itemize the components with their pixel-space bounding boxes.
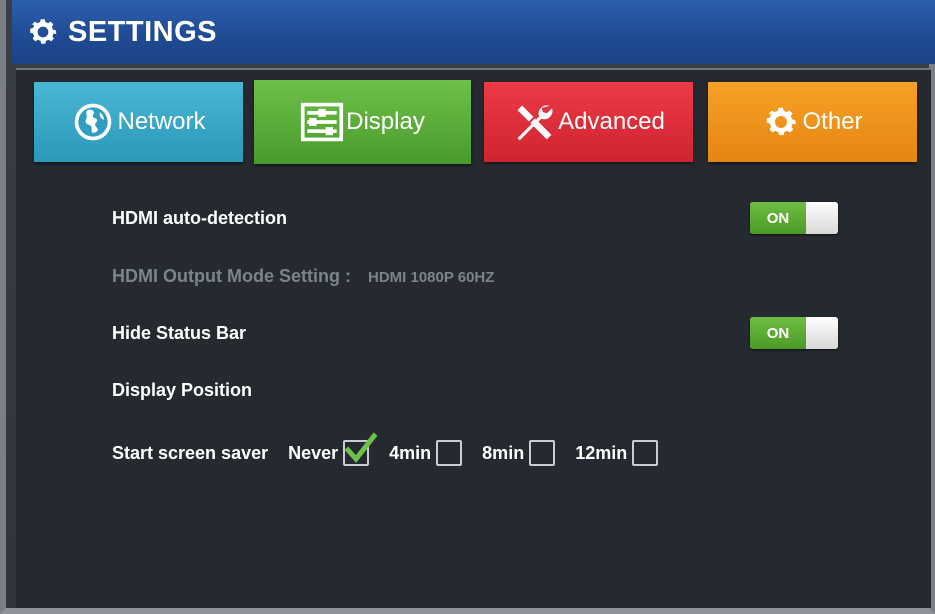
display-position-item[interactable]: Display Position — [112, 380, 252, 401]
tools-icon — [517, 105, 553, 141]
toggle-knob — [806, 202, 838, 234]
checkbox-checked[interactable] — [343, 432, 378, 466]
screen-saver-option-never[interactable]: Never — [288, 432, 378, 466]
globe-icon — [75, 103, 112, 141]
screen-saver-option-12min[interactable]: 12min — [575, 440, 659, 466]
tab-network-label: Network — [117, 108, 206, 135]
hide-status-bar-label: Hide Status Bar — [112, 323, 247, 343]
sliders-icon — [301, 102, 344, 142]
tab-advanced-label: Advanced — [558, 108, 665, 135]
checkbox-unchecked[interactable] — [436, 440, 463, 466]
toggle-knob — [806, 317, 838, 349]
toggle-on-label: ON — [750, 317, 806, 349]
screen-saver-option-4min[interactable]: 4min — [389, 440, 463, 466]
category-tabs: Network Display Advanced Other — [34, 80, 920, 164]
option-label: 8min — [482, 442, 525, 463]
checkbox-unchecked[interactable] — [529, 440, 556, 466]
checkmark-icon — [344, 432, 378, 463]
settings-panel: Network Display Advanced Other HDMI auto… — [16, 68, 931, 608]
window-title: SETTINGS — [68, 15, 218, 48]
checkbox-unchecked[interactable] — [632, 440, 659, 466]
hdmi-output-mode-label: HDMI Output Mode Setting : — [112, 266, 351, 286]
tab-network[interactable]: Network — [34, 82, 243, 162]
hdmi-auto-detection-label: HDMI auto-detection — [112, 208, 287, 228]
option-label: 4min — [389, 442, 432, 463]
hdmi-output-mode-row: HDMI Output Mode Setting : HDMI 1080P 60… — [112, 266, 494, 287]
hide-status-bar-toggle[interactable]: ON — [750, 317, 838, 349]
tab-advanced[interactable]: Advanced — [484, 82, 693, 162]
tab-display[interactable]: Display — [254, 80, 471, 164]
toggle-on-label: ON — [750, 202, 806, 234]
tab-other-label: Other — [802, 108, 863, 135]
option-label: Never — [288, 442, 339, 463]
screen-saver-row: Start screen saver Never 4min 8min 12min — [112, 432, 659, 470]
hdmi-auto-detection-toggle[interactable]: ON — [750, 202, 838, 234]
screen-saver-option-8min[interactable]: 8min — [482, 440, 556, 466]
settings-window: SETTINGS Network Display Advanced Other … — [0, 0, 935, 614]
tab-display-label: Display — [346, 108, 425, 135]
gear-icon — [30, 19, 57, 44]
option-label: 12min — [575, 442, 628, 463]
title-bar: SETTINGS — [12, 0, 935, 64]
hdmi-output-mode-value: HDMI 1080P 60HZ — [367, 269, 495, 286]
screen-saver-label: Start screen saver — [112, 442, 269, 463]
tab-other[interactable]: Other — [708, 82, 917, 162]
gear-icon — [767, 107, 797, 136]
